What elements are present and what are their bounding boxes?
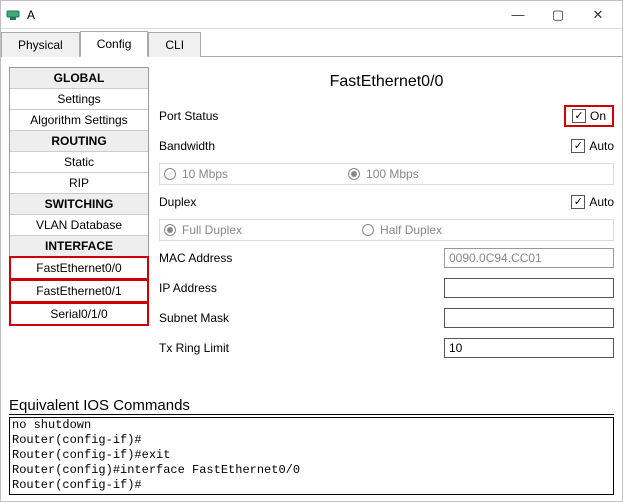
bandwidth-100-label: 100 Mbps [366,167,419,181]
interface-title: FastEthernet0/0 [159,73,614,91]
ip-address-input[interactable] [444,278,614,298]
duplex-auto-checkbox[interactable] [571,195,585,209]
port-status-on-group: On [564,105,614,127]
port-status-row: Port Status On [159,104,614,128]
subnet-mask-input[interactable] [444,308,614,328]
radio-icon [164,168,176,180]
window-title: A [27,8,498,22]
sidebar-item-fastethernet-0-1[interactable]: FastEthernet0/1 [9,279,149,303]
bandwidth-label: Bandwidth [159,139,279,153]
bandwidth-auto-label: Auto [589,139,614,153]
duplex-options: Full Duplex Half Duplex [159,219,614,241]
sidebar-item-rip[interactable]: RIP [10,173,148,194]
ip-address-row: IP Address [159,276,614,300]
sidebar-header-routing: ROUTING [10,131,148,152]
sidebar-item-serial-0-1-0[interactable]: Serial0/1/0 [9,302,149,326]
ios-line: Router(config-if)# [12,478,611,493]
sidebar: GLOBAL Settings Algorithm Settings ROUTI… [9,67,149,326]
radio-icon [362,224,374,236]
app-window: A — ▢ ✕ Physical Config CLI GLOBAL Setti… [0,0,623,502]
port-status-label: Port Status [159,109,279,123]
radio-icon [348,168,360,180]
bandwidth-100-option[interactable]: 100 Mbps [348,167,419,181]
minimize-button[interactable]: — [498,2,538,28]
ios-commands-output[interactable]: no shutdownRouter(config-if)#Router(conf… [9,417,614,495]
bandwidth-10-option[interactable]: 10 Mbps [164,167,228,181]
radio-icon [164,224,176,236]
tx-ring-limit-label: Tx Ring Limit [159,341,279,355]
ios-line: Router(config-if)#exit [12,448,611,463]
duplex-row: Duplex Auto [159,190,614,214]
bandwidth-10-label: 10 Mbps [182,167,228,181]
bandwidth-row: Bandwidth Auto [159,134,614,158]
mac-address-input[interactable] [444,248,614,268]
port-status-checkbox[interactable] [572,109,586,123]
duplex-label: Duplex [159,195,279,209]
sidebar-item-algorithm-settings[interactable]: Algorithm Settings [10,110,148,131]
sidebar-item-static[interactable]: Static [10,152,148,173]
mac-address-label: MAC Address [159,251,279,265]
main-panel: FastEthernet0/0 Port Status On Bandwidth… [159,67,614,393]
tab-bar: Physical Config CLI [1,29,622,57]
duplex-auto-label: Auto [589,195,614,209]
bandwidth-options: 10 Mbps 100 Mbps [159,163,614,185]
ip-address-label: IP Address [159,281,279,295]
content-area: GLOBAL Settings Algorithm Settings ROUTI… [1,57,622,397]
ios-commands-section: Equivalent IOS Commands no shutdownRoute… [1,397,622,501]
ios-line: no shutdown [12,418,611,433]
subnet-mask-label: Subnet Mask [159,311,279,325]
sidebar-header-interface: INTERFACE [10,236,148,257]
ios-line: Router(config)#interface FastEthernet0/0 [12,463,611,478]
full-duplex-option[interactable]: Full Duplex [164,223,242,237]
port-status-on-label: On [590,109,606,123]
bandwidth-auto-group: Auto [571,139,614,153]
maximize-button[interactable]: ▢ [538,2,578,28]
ios-line: Router(config-if)# [12,433,611,448]
sidebar-item-settings[interactable]: Settings [10,89,148,110]
tx-ring-limit-input[interactable] [444,338,614,358]
bandwidth-auto-checkbox[interactable] [571,139,585,153]
full-duplex-label: Full Duplex [182,223,242,237]
app-icon [5,7,21,23]
tab-physical[interactable]: Physical [1,32,80,57]
sidebar-header-global: GLOBAL [10,68,148,89]
close-button[interactable]: ✕ [578,2,618,28]
tab-config[interactable]: Config [80,31,149,57]
title-bar: A — ▢ ✕ [1,1,622,29]
sidebar-item-vlan-database[interactable]: VLAN Database [10,215,148,236]
half-duplex-option[interactable]: Half Duplex [362,223,442,237]
window-controls: — ▢ ✕ [498,2,618,28]
tab-cli[interactable]: CLI [148,32,201,57]
tx-ring-limit-row: Tx Ring Limit [159,336,614,360]
duplex-auto-group: Auto [571,195,614,209]
sidebar-item-fastethernet-0-0[interactable]: FastEthernet0/0 [9,256,149,280]
mac-address-row: MAC Address [159,246,614,270]
half-duplex-label: Half Duplex [380,223,442,237]
ios-commands-heading: Equivalent IOS Commands [9,397,614,415]
subnet-mask-row: Subnet Mask [159,306,614,330]
sidebar-header-switching: SWITCHING [10,194,148,215]
